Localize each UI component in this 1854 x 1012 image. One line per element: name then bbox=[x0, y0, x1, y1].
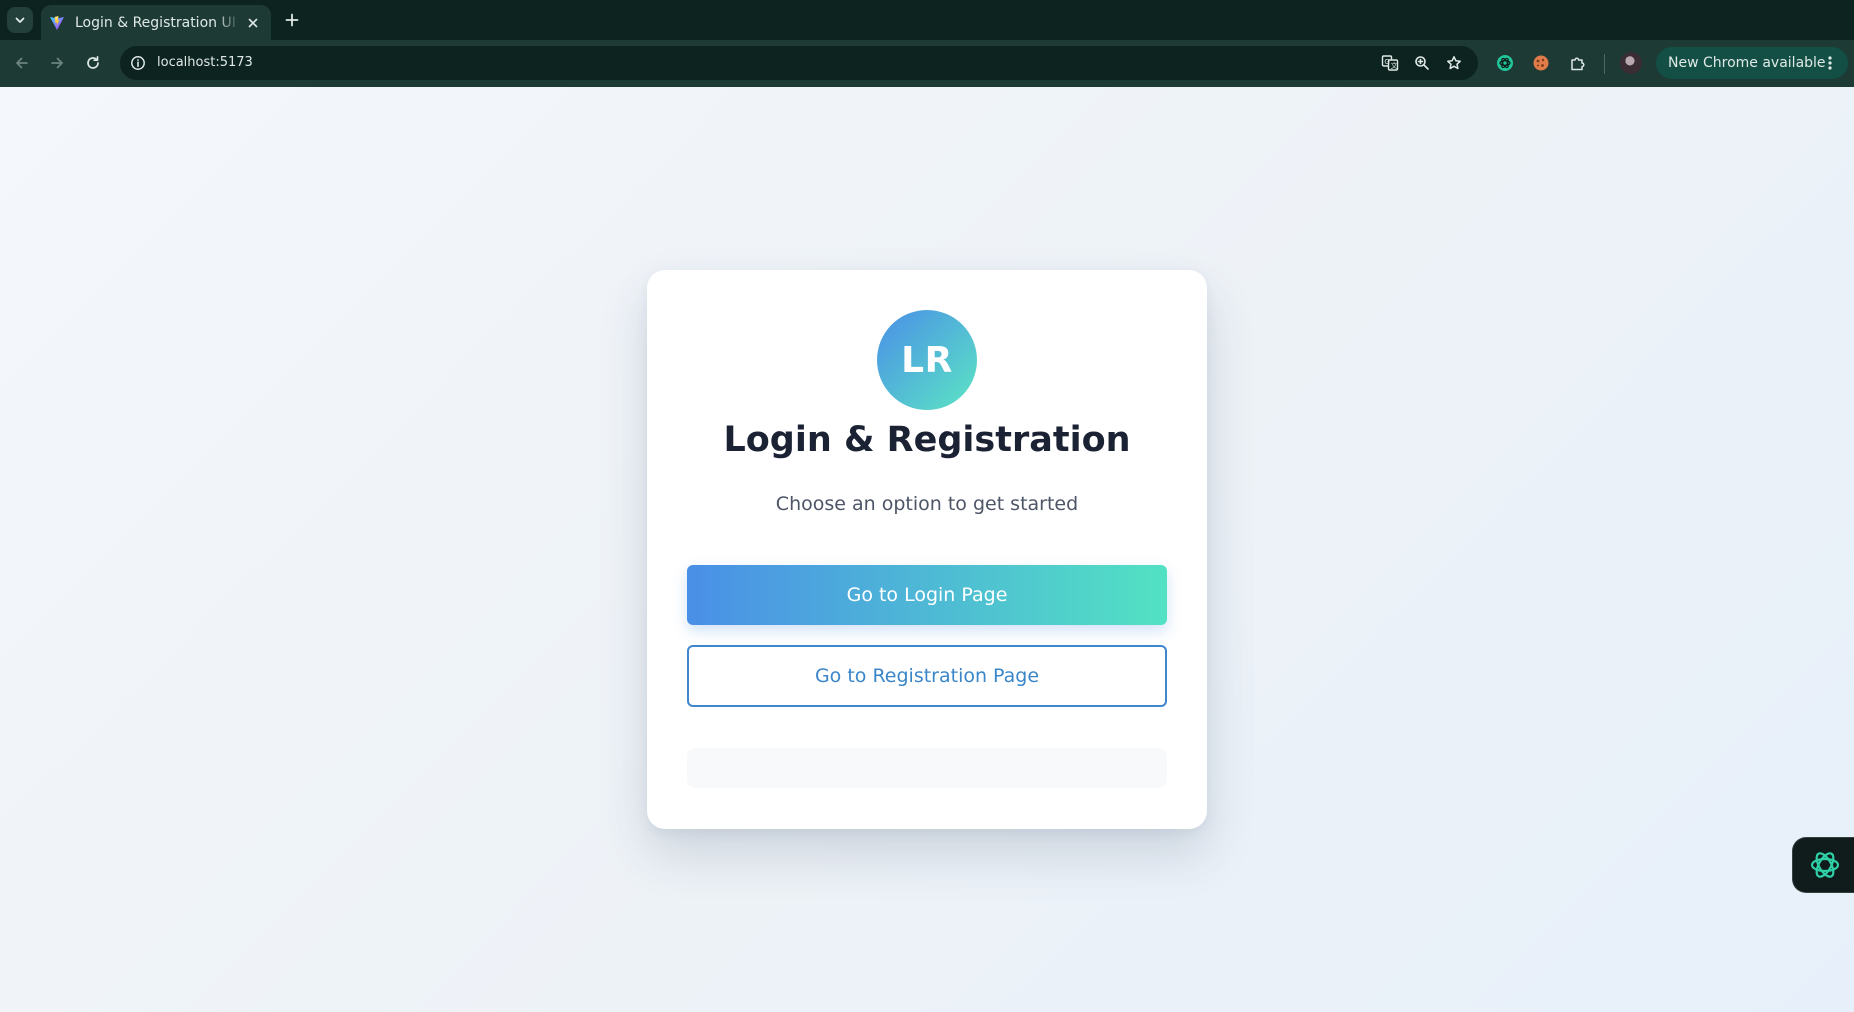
toolbar-separator bbox=[1604, 54, 1605, 74]
chatgpt-extension-button[interactable] bbox=[1494, 52, 1516, 74]
browser-tab[interactable]: Login & Registration UI S bbox=[41, 5, 271, 40]
address-bar[interactable]: localhost:5173 G 文 bbox=[120, 46, 1478, 80]
card-footer-box bbox=[687, 748, 1167, 788]
back-button[interactable] bbox=[9, 50, 35, 76]
assistant-launcher[interactable] bbox=[1792, 837, 1854, 893]
plus-icon bbox=[285, 13, 299, 27]
app-logo: LR bbox=[877, 310, 977, 410]
extensions-menu-button[interactable] bbox=[1567, 52, 1589, 74]
puzzle-icon bbox=[1571, 57, 1585, 71]
browser-menu-button[interactable] bbox=[1820, 53, 1840, 73]
chevron-down-icon bbox=[15, 17, 25, 23]
profile-avatar[interactable] bbox=[1620, 52, 1642, 74]
info-icon bbox=[131, 56, 145, 70]
openai-assistant-icon bbox=[1810, 852, 1840, 878]
reload-button[interactable] bbox=[80, 50, 106, 76]
vite-icon bbox=[50, 15, 64, 30]
close-icon bbox=[248, 18, 258, 28]
chatgpt-extension-icon bbox=[1497, 55, 1513, 71]
login-button[interactable]: Go to Login Page bbox=[687, 565, 1167, 625]
svg-text:文: 文 bbox=[1391, 61, 1398, 70]
tab-close-button[interactable] bbox=[243, 13, 263, 33]
star-icon bbox=[1447, 56, 1461, 70]
reload-icon bbox=[87, 55, 99, 69]
cookie-extension-button[interactable] bbox=[1530, 52, 1552, 74]
auth-card: LR Login & Registration Choose an option… bbox=[647, 270, 1207, 829]
cookie-extension-icon bbox=[1533, 55, 1549, 71]
login-button-label: Go to Login Page bbox=[846, 584, 1008, 606]
arrow-left-icon bbox=[16, 57, 28, 69]
tab-title: Login & Registration UI S bbox=[75, 14, 241, 31]
page-subtitle: Choose an option to get started bbox=[775, 493, 1079, 515]
bookmark-button[interactable] bbox=[1444, 53, 1464, 73]
register-button-label: Go to Registration Page bbox=[814, 665, 1040, 687]
update-chrome-button[interactable]: New Chrome available bbox=[1656, 47, 1848, 79]
forward-button[interactable] bbox=[44, 50, 70, 76]
page-viewport: LR Login & Registration Choose an option… bbox=[0, 87, 1854, 1012]
update-label: New Chrome available bbox=[1668, 55, 1826, 71]
register-button[interactable]: Go to Registration Page bbox=[687, 645, 1167, 707]
site-info-button[interactable] bbox=[128, 53, 148, 73]
tab-search-button[interactable] bbox=[7, 7, 33, 33]
svg-text:G: G bbox=[1384, 58, 1389, 66]
new-tab-button[interactable] bbox=[280, 8, 304, 32]
logo-text: LR bbox=[901, 339, 953, 381]
zoom-button[interactable] bbox=[1412, 53, 1432, 73]
arrow-right-icon bbox=[51, 57, 63, 69]
translate-icon: G 文 bbox=[1381, 55, 1399, 71]
kebab-menu-icon bbox=[1828, 56, 1832, 70]
url-text: localhost:5173 bbox=[157, 55, 253, 70]
translate-button[interactable]: G 文 bbox=[1380, 53, 1400, 73]
tab-strip: Login & Registration UI S bbox=[0, 0, 1854, 40]
zoom-icon bbox=[1415, 56, 1429, 70]
page-title: Login & Registration bbox=[723, 420, 1131, 460]
